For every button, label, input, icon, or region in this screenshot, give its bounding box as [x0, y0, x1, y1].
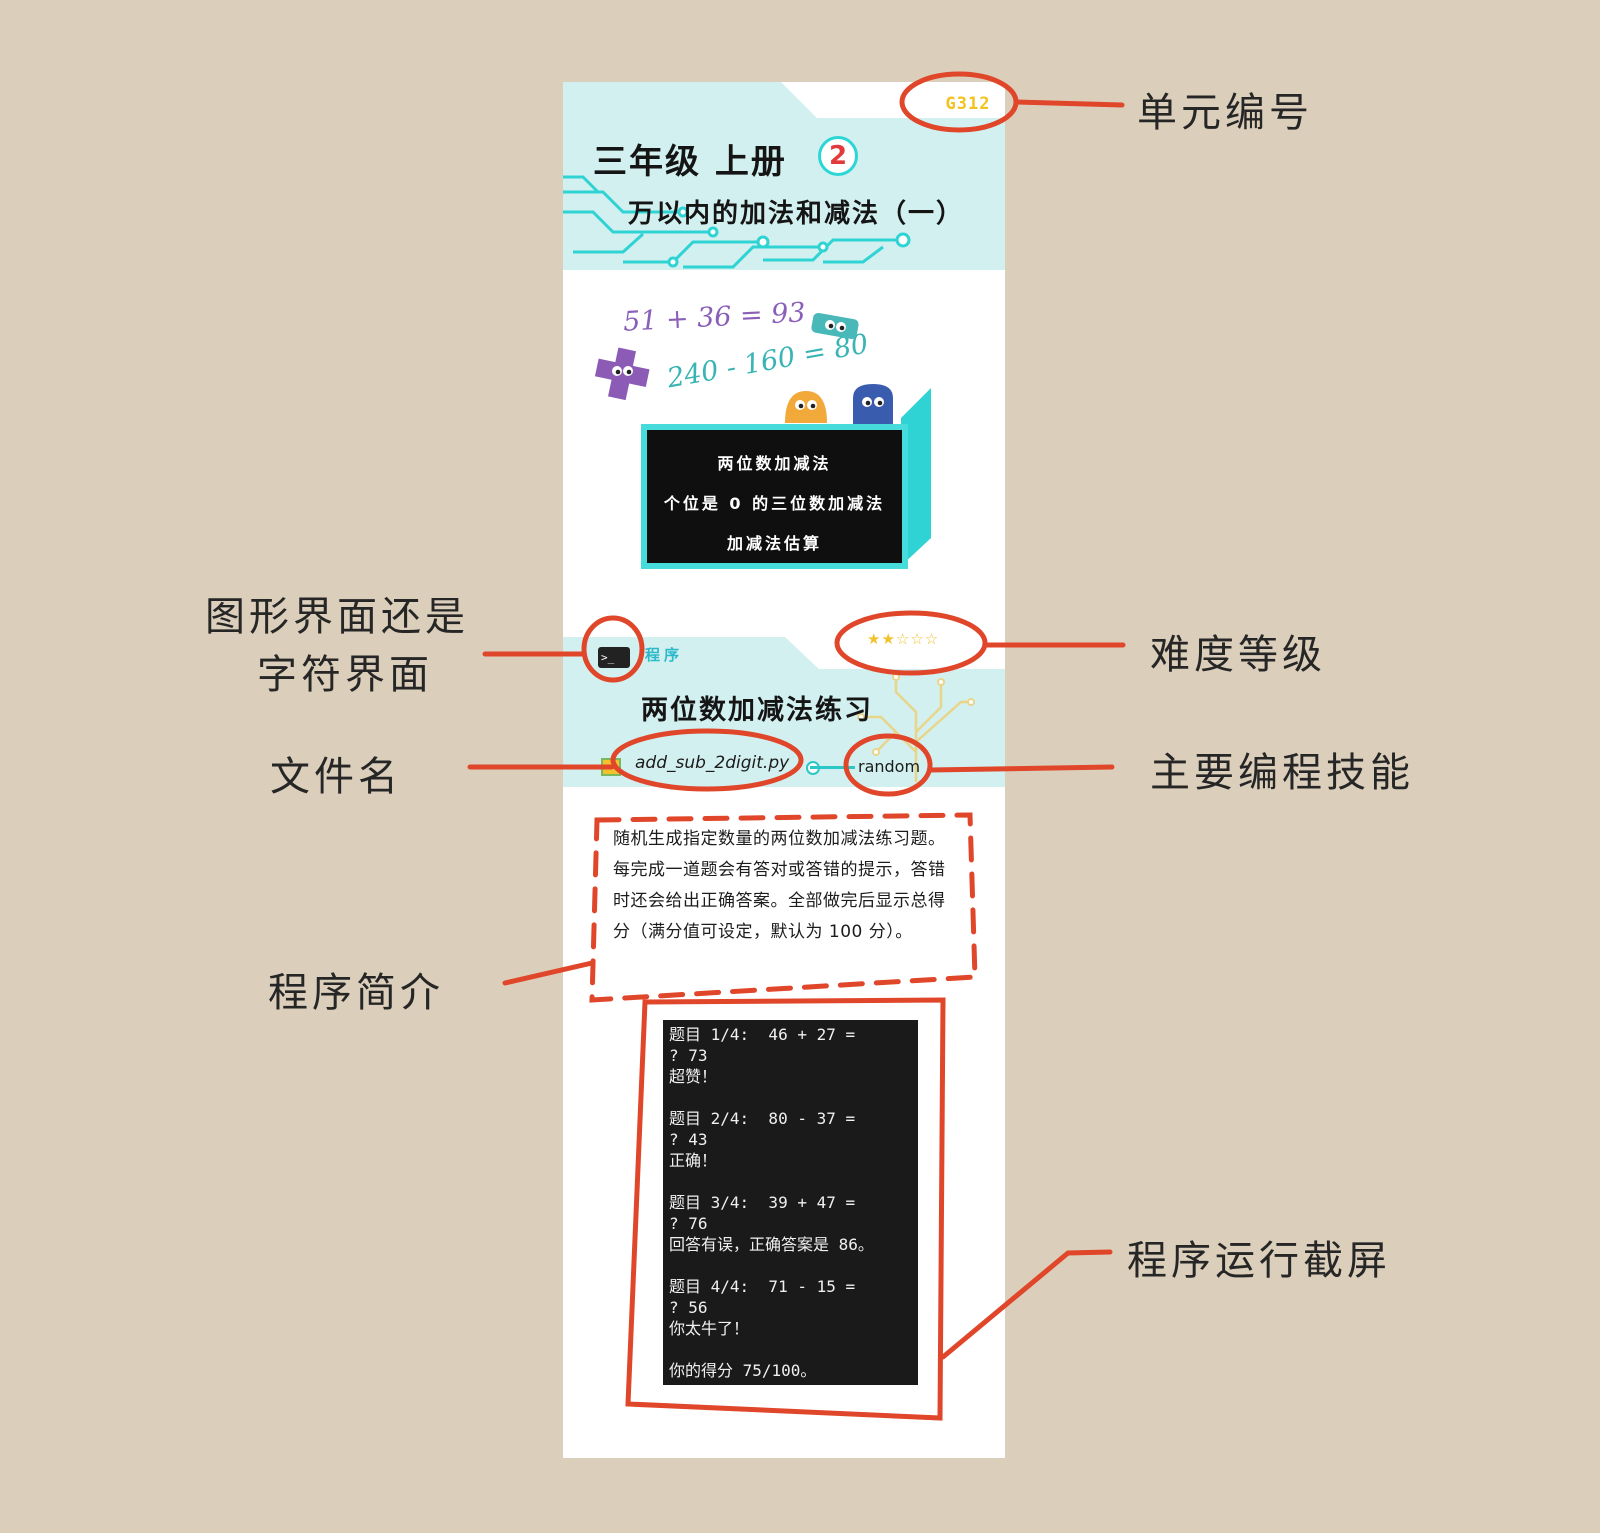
unit-code-highlight — [899, 71, 1019, 133]
file-name-highlight — [610, 728, 804, 792]
callout-unit-code: 单元编号 — [1137, 90, 1313, 136]
callout-screenshot: 程序运行截屏 — [1127, 1238, 1391, 1284]
intro-leader — [502, 960, 595, 986]
callout-ui-type-line1: 图形界面还是 — [205, 594, 469, 640]
callout-difficulty: 难度等级 — [1150, 632, 1326, 678]
skill-leader — [927, 764, 1115, 773]
callout-intro: 程序简介 — [268, 970, 444, 1016]
intro-highlight — [589, 812, 978, 1003]
ui-type-highlight — [581, 615, 645, 683]
unit-code-leader — [1013, 99, 1125, 108]
callout-ui-type-line2: 字符界面 — [257, 652, 433, 698]
difficulty-highlight — [834, 610, 988, 676]
screenshot-highlight — [625, 997, 946, 1421]
screenshot-leader — [940, 1249, 1113, 1360]
callout-skill: 主要编程技能 — [1150, 750, 1414, 796]
skill-highlight — [843, 733, 933, 797]
callout-file-name: 文件名 — [270, 754, 402, 800]
